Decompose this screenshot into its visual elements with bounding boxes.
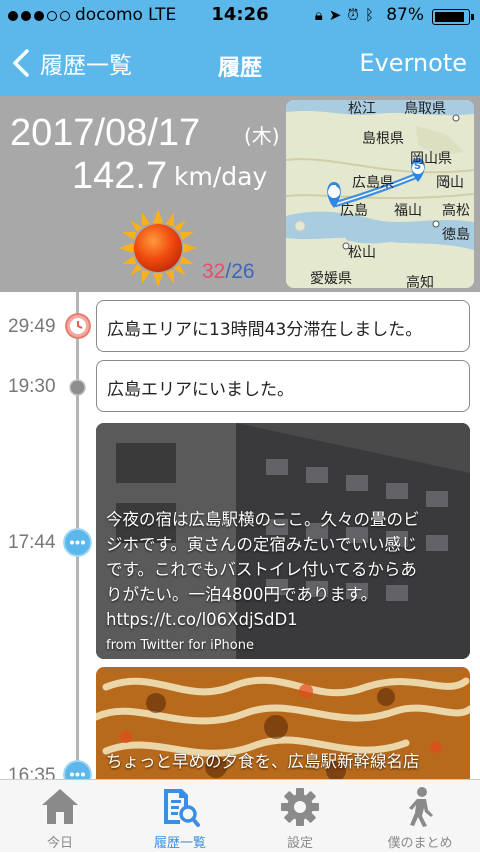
food-photo-card[interactable]: ちょっと早めの夕食を、広島駅新幹線名店	[96, 667, 470, 779]
walking-person-icon	[409, 787, 433, 827]
tab-my-summary[interactable]: 僕のまとめ	[360, 780, 480, 853]
tab-label: 僕のまとめ	[387, 836, 453, 851]
map-label: 福山	[394, 203, 422, 219]
timeline-entry[interactable]: 広島エリアにいました。	[96, 360, 470, 412]
tweet-link[interactable]: https://t.co/l06XdjSdD1	[106, 607, 420, 632]
tweet-text: ちょっと早めの夕食を、広島駅新幹線名店	[106, 752, 420, 771]
tweet-text: 今夜の宿は広島駅横のここ。久々の畳のビ ジホです。寅さんの定宿みたいでいい感じ …	[106, 507, 420, 658]
chat-icon	[63, 528, 92, 557]
entry-text: 広島エリアに13時間43分滞在しました。	[107, 320, 423, 340]
map-label: 広島県	[352, 175, 394, 191]
history-search-icon	[164, 789, 200, 827]
temp-low: 26	[231, 260, 255, 283]
tab-today[interactable]: 今日	[0, 780, 120, 853]
map-label: 広島	[340, 203, 368, 219]
gear-icon	[281, 788, 319, 826]
tweet-source: from Twitter for iPhone	[106, 638, 254, 653]
tab-bar: 今日 履歴一覧 設定 僕のまとめ	[0, 779, 480, 852]
entry-time: 19:30	[8, 376, 56, 397]
clock-icon	[65, 313, 91, 339]
orientation-lock-icon: 🔒︎	[314, 6, 329, 24]
route-map[interactable]: 松江 鳥取県 島根県 岡山県 広島県 岡山 広島 福山 高松 徳島 松山 愛媛県…	[286, 100, 474, 288]
map-label: 松江	[348, 101, 376, 117]
map-label: 徳島	[442, 227, 470, 243]
alarm-icon: ⏰︎	[347, 6, 365, 24]
status-icons: 🔒︎➤⏰︎ᛒ	[315, 6, 380, 24]
location-icon: ➤	[328, 6, 348, 24]
map-start-label: G	[329, 184, 338, 195]
map-label: 松山	[348, 245, 376, 261]
tweet-line: です。これでもバストイレ付いてるからあ	[106, 560, 417, 579]
temperature: 32/26	[202, 260, 255, 284]
point-icon	[69, 379, 86, 396]
map-label: 鳥取県	[404, 101, 446, 117]
summary-distance: 142.7	[72, 155, 168, 197]
tab-history-list[interactable]: 履歴一覧	[120, 780, 240, 853]
tweet-photo-card[interactable]: 今夜の宿は広島駅横のここ。久々の畳のビ ジホです。寅さんの定宿みたいでいい感じ …	[96, 423, 470, 659]
sunny-icon	[119, 209, 197, 287]
map-end-label: S	[414, 161, 422, 172]
entry-text: 広島エリアにいました。	[107, 380, 294, 400]
map-label: 高知	[406, 275, 434, 288]
tab-label: 今日	[46, 836, 73, 851]
summary-weekday: (木)	[244, 124, 280, 148]
battery-icon	[432, 9, 474, 25]
chat-icon	[63, 760, 92, 779]
status-bar: docomo LTE 14:26 🔒︎➤⏰︎ᛒ 87%	[0, 0, 480, 32]
tab-label: 設定	[286, 836, 313, 851]
distance-unit: km/day	[174, 162, 268, 191]
temp-high: 32	[202, 260, 226, 283]
evernote-button[interactable]: Evernote	[359, 49, 467, 77]
map-label: 愛媛県	[310, 271, 352, 287]
entry-time: 29:49	[8, 316, 56, 337]
tweet-line: 今夜の宿は広島駅横のここ。久々の畳のビ	[106, 510, 420, 529]
battery-percent: 87%	[386, 5, 424, 25]
tweet-line: ジホです。寅さんの定宿みたいでいい感じ	[106, 535, 418, 554]
navigation-bar: 履歴一覧 履歴 Evernote	[0, 32, 480, 96]
tab-settings[interactable]: 設定	[240, 780, 360, 853]
bluetooth-icon: ᛒ	[364, 6, 380, 24]
timeline-entry[interactable]: 広島エリアに13時間43分滞在しました。	[96, 300, 470, 352]
map-label: 岡山	[436, 175, 464, 191]
map-label: 高松	[442, 203, 470, 219]
home-icon	[42, 789, 78, 824]
tweet-line: りがたい。一泊4800円であります。	[106, 585, 378, 604]
map-label: 島根県	[362, 131, 404, 147]
timeline[interactable]: 29:49 広島エリアに13時間43分滞在しました。 19:30 広島エリアにい…	[0, 292, 480, 779]
entry-time: 16:35	[8, 765, 56, 779]
top-bar: docomo LTE 14:26 🔒︎➤⏰︎ᛒ 87% 履歴一覧 履歴 Ever…	[0, 0, 480, 96]
day-summary: 2017/08/17 (木) 142.7 km/day 32/26 松江 鳥取県…	[0, 96, 480, 293]
tab-label: 履歴一覧	[153, 836, 206, 851]
summary-date: 2017/08/17	[10, 112, 201, 154]
entry-time: 17:44	[8, 532, 56, 553]
